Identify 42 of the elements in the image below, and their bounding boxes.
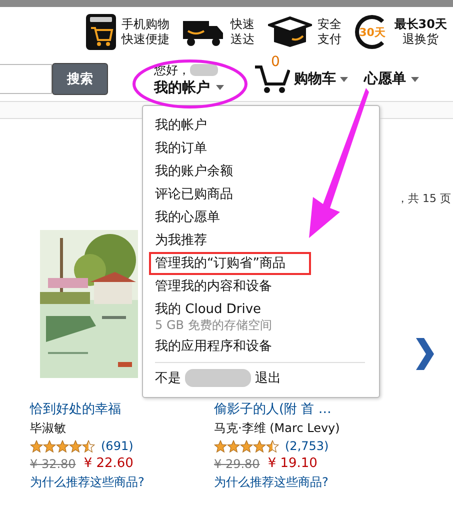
sale-price: ¥ 22.60 [84,456,134,472]
menu-item[interactable]: 我的订单 [149,137,371,160]
feature-text: 快速 送达 [230,17,254,47]
menu-item[interactable]: 我的应用程序和设备 [149,335,371,358]
feature-text: 安全 支付 [317,17,342,47]
author-text: 马克·李维 (Marc Levy) [214,420,341,436]
author-text: 毕淑敏 [30,420,67,436]
list-price: ¥ 32.80 [30,456,76,472]
product-title-link[interactable]: 恰到好处的幸福 [30,402,200,418]
menu-item[interactable]: 我的心愿单 [149,206,371,229]
search-button[interactable]: 搜索 [52,63,108,95]
why-recommended-link[interactable]: 为什么推荐这些商品? [214,474,384,490]
blurred-name [185,369,251,387]
sale-price: ¥ 19.10 [268,456,318,472]
wishlist-link[interactable]: 心愿单 [364,70,406,88]
feature-text: 手机购物 快速便捷 [121,17,170,47]
caret-icon [411,76,419,82]
review-count-link[interactable]: (691) [101,438,134,454]
sign-out-link[interactable]: 退出 [255,369,281,387]
menu-item[interactable]: 评论已购商品 [149,183,371,206]
shopping-app-icon [86,14,116,50]
menu-item[interactable]: 为我推荐 [149,229,371,252]
list-price: ¥ 29.80 [214,456,260,472]
feature-text: 最长30天 退换货 [394,17,447,47]
not-you-text: 不是 [155,370,181,387]
menu-item[interactable]: 管理我的内容和设备 [149,275,371,298]
cart-link[interactable]: 购物车 [294,70,336,88]
product-title-link[interactable]: 偷影子的人(附 首 … [214,402,384,418]
menu-item[interactable]: 管理我的“订购省”商品 [149,252,311,275]
account-link[interactable]: 我的帐户 [154,78,210,96]
caret-icon [216,85,224,90]
why-recommended-link[interactable]: 为什么推荐这些商品? [30,474,200,490]
menu-item[interactable]: 我的 Cloud Drive 5 GB 免费的存储空间 [149,298,371,335]
next-arrow-icon[interactable] [414,338,434,370]
page-count-text: ，共 15 页 [397,192,451,206]
cart-count: 0 [271,54,280,70]
review-count-link[interactable]: (2,753) [285,438,329,454]
box-icon [268,16,312,48]
blurred-name [190,64,218,76]
caret-icon [340,76,348,82]
menu-item[interactable]: 我的账户余额 [149,160,371,183]
menu-item[interactable]: 我的帐户 [149,114,371,137]
